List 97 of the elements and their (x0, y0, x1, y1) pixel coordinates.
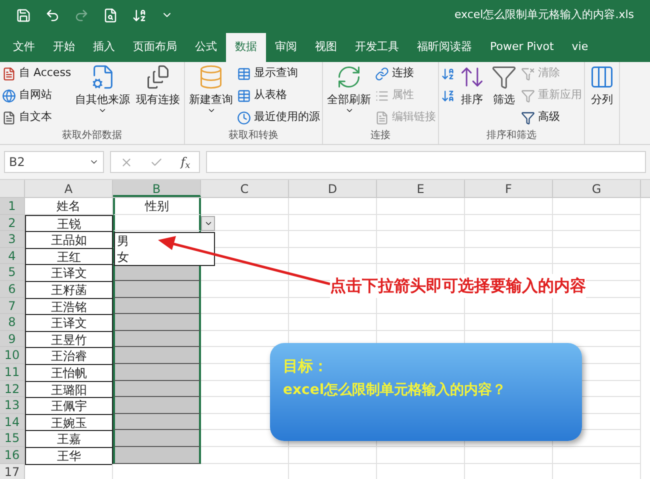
ribbon-button[interactable]: 分列 (587, 64, 618, 106)
group-label: 连接 (370, 128, 392, 143)
ribbon-button[interactable]: 新建查询 (187, 64, 236, 115)
documents-icon (145, 64, 172, 90)
table-icon (237, 66, 252, 80)
save-icon[interactable] (16, 8, 31, 22)
ribbon-tab[interactable]: 文件 (4, 33, 44, 62)
table-cell: 王锐 (25, 214, 113, 232)
globe-icon (2, 88, 16, 102)
ribbon-button[interactable]: 高级 (521, 108, 582, 127)
cancel-icon[interactable] (120, 156, 133, 168)
sort-ascending-icon (441, 66, 456, 80)
arrow-icon (156, 233, 332, 287)
filter-icon (521, 110, 536, 124)
table-cell: 王红 (25, 248, 113, 266)
row-header[interactable]: 7 (0, 298, 25, 314)
document-icon (2, 66, 16, 80)
ribbon-tab[interactable]: 页面布局 (124, 33, 186, 62)
table-cell: 王品如 (25, 231, 113, 249)
database-icon (198, 64, 224, 90)
document-icon (2, 110, 16, 124)
dropdown-arrow-button[interactable] (201, 216, 215, 231)
row-header[interactable]: 6 (0, 280, 25, 298)
row-header[interactable]: 11 (0, 364, 25, 381)
row-header[interactable]: 12 (0, 380, 25, 398)
column-header[interactable]: B (113, 180, 201, 197)
row-header[interactable]: 14 (0, 414, 25, 430)
ribbon-button[interactable]: 排序 (457, 64, 488, 106)
ribbon-tab[interactable]: 开始 (44, 33, 84, 62)
row-header[interactable]: 8 (0, 314, 25, 331)
callout-title: 目标： (283, 356, 329, 377)
row-header[interactable]: 10 (0, 347, 25, 364)
table-cell: 性别 (113, 198, 201, 215)
row-header[interactable]: 13 (0, 397, 25, 414)
refresh-icon (336, 64, 362, 90)
ribbon-tab[interactable]: 插入 (84, 33, 124, 62)
table-cell: 王华 (25, 446, 113, 464)
column-header[interactable]: C (201, 180, 289, 197)
ribbon-button[interactable]: 全部刷新 (325, 64, 374, 115)
group-label: 获取和转换 (228, 128, 280, 143)
ribbon-button[interactable]: 自其他来源 (73, 64, 132, 115)
document-icon (375, 110, 390, 124)
row-header[interactable]: 9 (0, 330, 25, 348)
ribbon-button[interactable]: 自文本 (2, 108, 72, 127)
ribbon-tab[interactable]: vie (562, 33, 598, 62)
caret-icon (204, 219, 212, 228)
row-header[interactable]: 5 (0, 264, 25, 281)
ribbon-tab[interactable]: 福昕阅读器 (408, 33, 481, 62)
name-box[interactable]: B2 (4, 151, 104, 173)
link-icon (375, 66, 390, 80)
sort-descending-icon (441, 88, 456, 102)
column-header[interactable]: G (553, 180, 641, 197)
column-header[interactable]: D (289, 180, 377, 197)
ribbon-button[interactable]: 筛选 (489, 64, 520, 106)
row-header[interactable]: 1 (0, 198, 25, 215)
print-preview-icon[interactable] (103, 8, 118, 22)
group-label: 排序和筛选 (486, 128, 538, 143)
ribbon-button[interactable]: 最近使用的源 (237, 108, 320, 127)
ribbon-button[interactable]: 自 Access (2, 64, 72, 83)
window-title: excel怎么限制单元格输入的内容.xls (454, 6, 634, 23)
column-header[interactable]: F (465, 180, 553, 197)
dropdown-option[interactable]: 女 (117, 249, 129, 265)
ribbon-tab[interactable]: 开发工具 (346, 33, 408, 62)
check-icon[interactable] (150, 156, 164, 168)
column-header[interactable]: E (377, 180, 465, 197)
clock-icon (237, 110, 252, 124)
row-header[interactable]: 3 (0, 231, 25, 248)
ribbon-button[interactable]: 自网站 (2, 86, 72, 105)
ribbon-button[interactable]: 连接 (375, 64, 436, 83)
ribbon-button[interactable]: 从表格 (237, 86, 320, 105)
filter-icon (521, 88, 536, 102)
ribbon-tab[interactable]: Power Pivot (481, 33, 563, 62)
ribbon-tab[interactable]: 公式 (186, 33, 226, 62)
sort-icon[interactable] (132, 8, 147, 22)
row-header[interactable]: 15 (0, 430, 25, 447)
ribbon-tab[interactable]: 审阅 (266, 33, 306, 62)
insert-function-button[interactable]: f$_{x}$ (180, 153, 190, 171)
dropdown-option[interactable]: 男 (117, 233, 129, 249)
row-header[interactable]: 2 (0, 214, 25, 232)
ribbon-button[interactable]: 现有连接 (134, 64, 182, 106)
undo-icon[interactable] (45, 8, 60, 22)
formula-input-field[interactable] (206, 151, 646, 173)
list-icon (375, 88, 390, 102)
callout-text: excel怎么限制单元格输入的内容？ (283, 380, 508, 400)
filter-clear-icon (521, 66, 536, 80)
row-header[interactable]: 17 (0, 464, 25, 479)
annotation-text: 点击下拉箭头即可选择要输入的内容 (330, 274, 586, 298)
ribbon-button[interactable]: 显示查询 (237, 64, 320, 83)
ribbon-tab[interactable]: 数据 (226, 33, 266, 62)
table-icon (237, 88, 252, 102)
group-label: 获取外部数据 (61, 128, 124, 143)
ribbon-tab[interactable]: 视图 (306, 33, 346, 62)
row-header[interactable]: 4 (0, 248, 25, 264)
row-header[interactable]: 16 (0, 446, 25, 464)
table-cell: 姓名 (25, 198, 113, 215)
columns-icon (589, 64, 616, 90)
filter-icon (491, 64, 518, 90)
